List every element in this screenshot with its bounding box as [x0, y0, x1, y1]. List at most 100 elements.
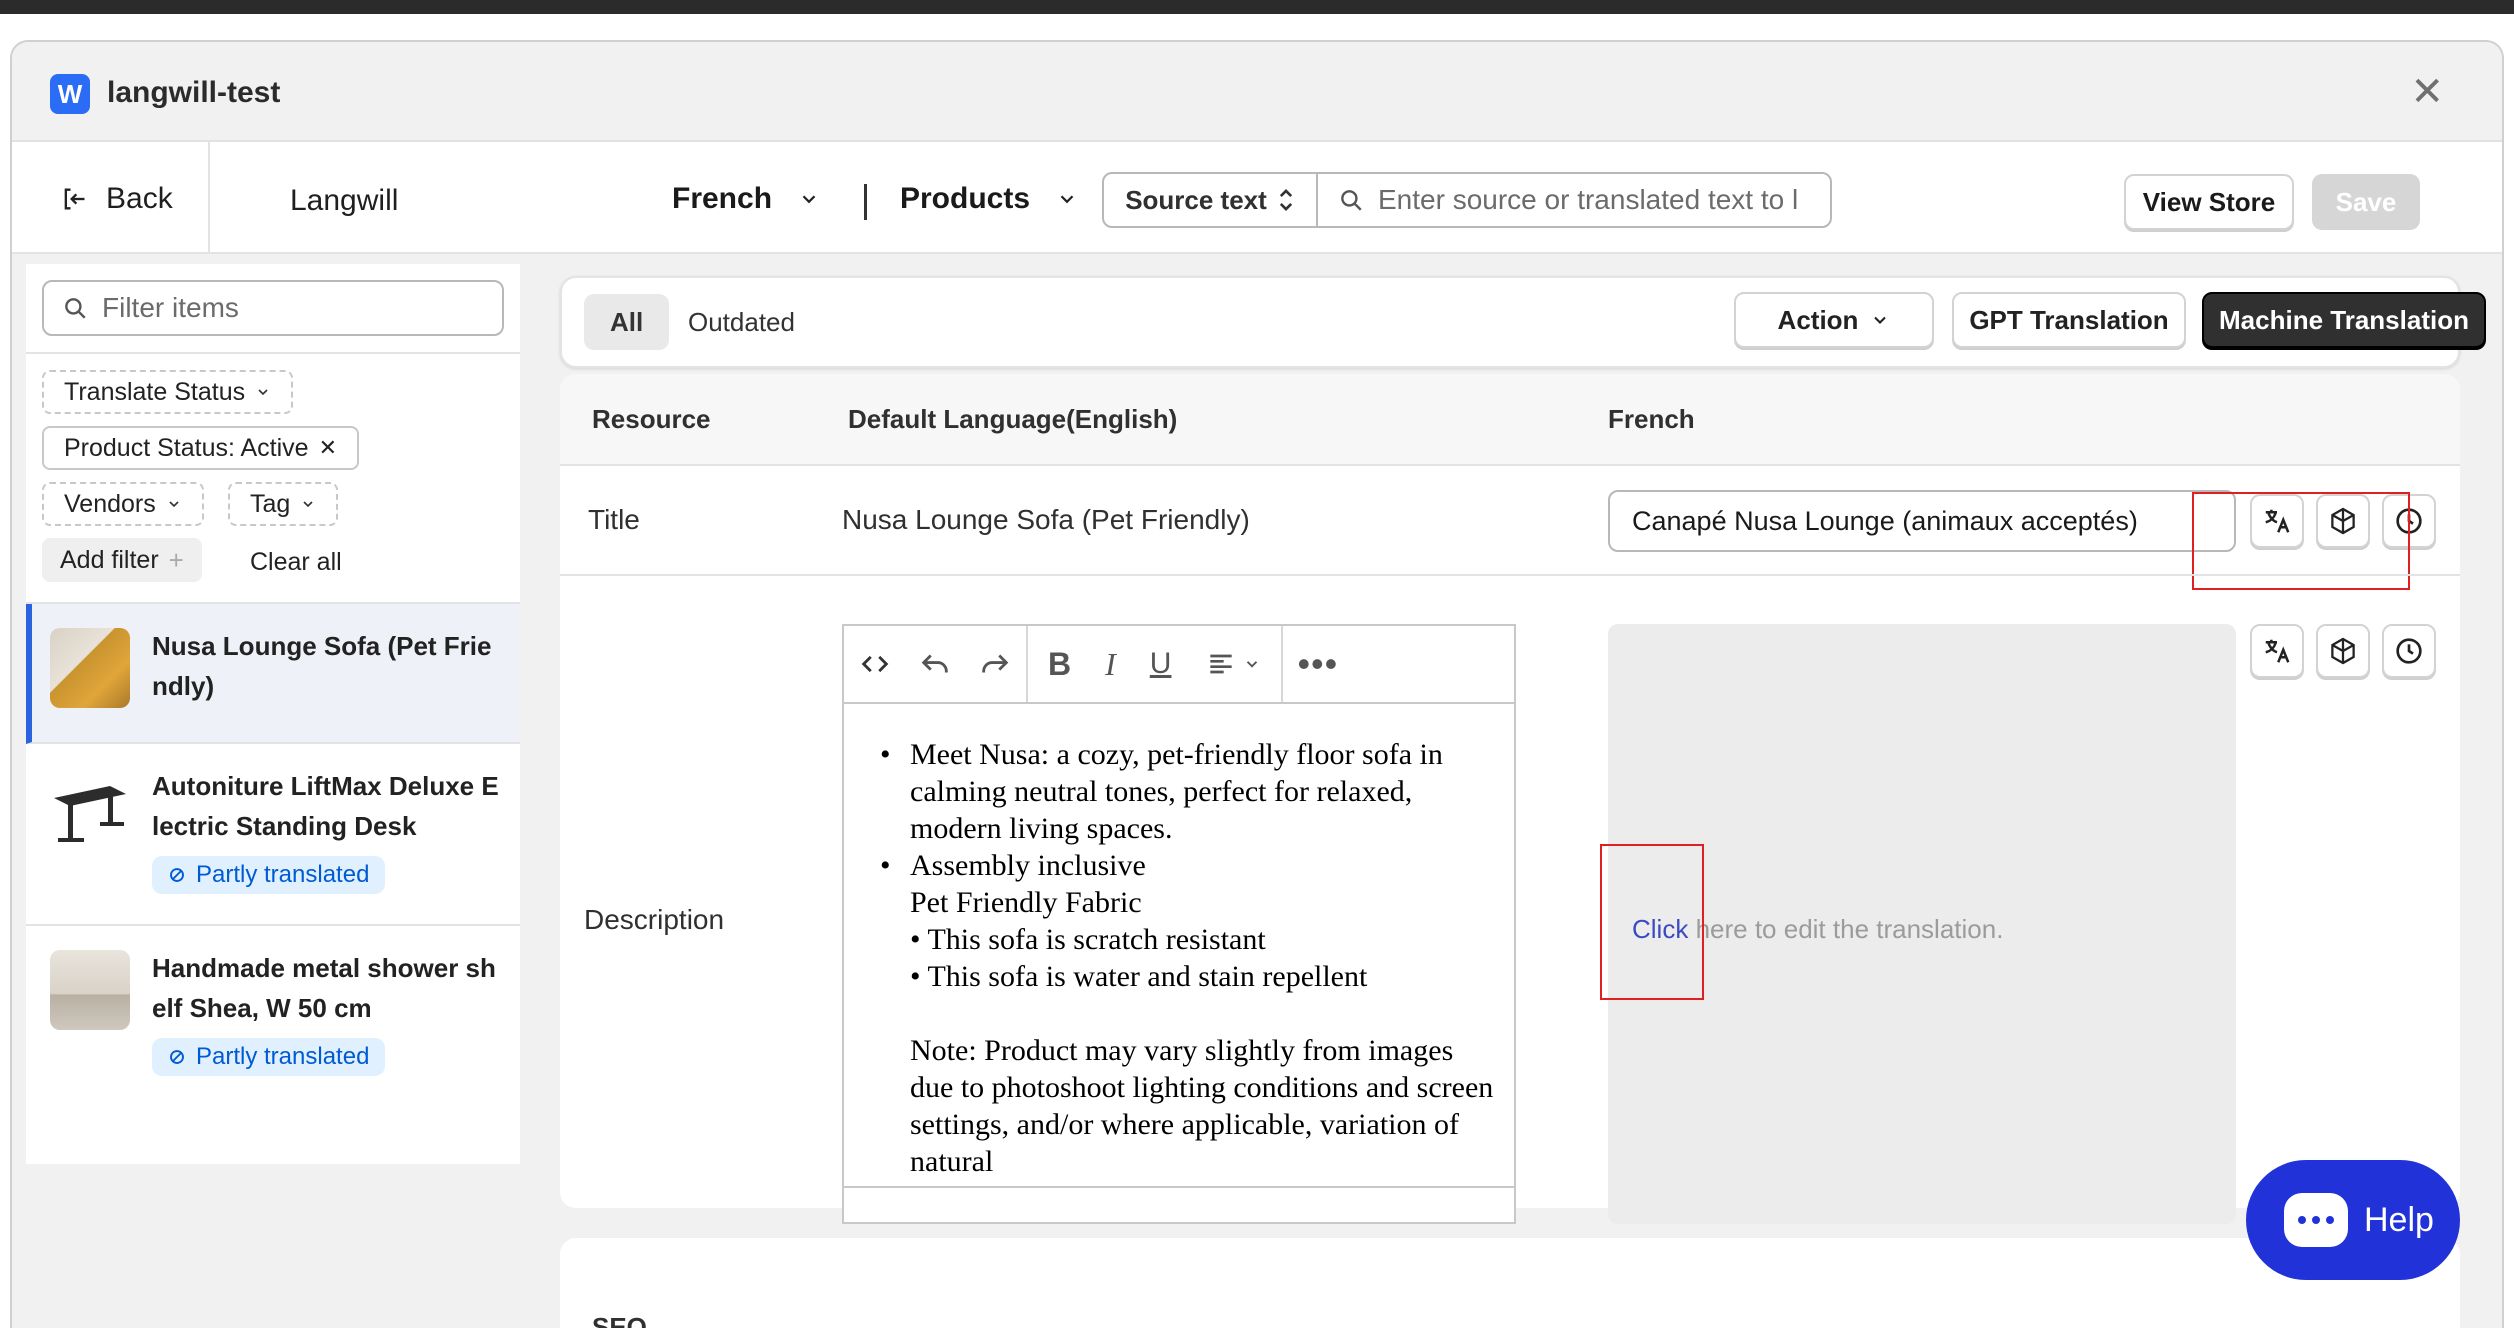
product-thumbnail — [50, 628, 130, 708]
filter-label: Tag — [250, 489, 291, 518]
search-icon — [65, 298, 86, 319]
description-row-label: Description — [584, 904, 725, 935]
filter-label: Translate Status — [64, 377, 246, 406]
openai-icon[interactable] — [2316, 624, 2370, 678]
editor-group-format: B I U — [1028, 626, 1284, 702]
item-name: Autoniture LiftMax Deluxe Electric Stand… — [152, 771, 499, 841]
list-item[interactable]: Autoniture LiftMax Deluxe Electric Stand… — [26, 744, 520, 926]
content-note: Note: Product may vary slightly from ima… — [910, 1034, 1494, 1178]
remove-icon[interactable]: ✕ — [319, 435, 337, 461]
title-row-label: Title — [588, 504, 640, 535]
list-item[interactable]: Handmade metal shower shelf Shea, W 50 c… — [26, 926, 520, 1082]
action-button[interactable]: Action — [1734, 292, 1934, 348]
back-button[interactable]: Back — [60, 182, 173, 216]
action-label: Action — [1777, 304, 1859, 335]
partial-status-icon — [170, 1050, 184, 1064]
underline-icon[interactable]: U — [1150, 647, 1172, 681]
undo-icon[interactable] — [918, 647, 952, 681]
filter-placeholder: Filter items — [102, 292, 239, 323]
machine-translation-button[interactable]: Machine Translation — [2202, 292, 2486, 348]
brand-name: Langwill — [290, 184, 399, 217]
seo-section: SEO — [560, 1238, 2460, 1328]
chevron-down-icon — [303, 501, 313, 508]
status-badge: Partly translated — [152, 856, 386, 894]
add-filter-button[interactable]: Add filter + — [42, 538, 202, 582]
divider — [864, 184, 867, 220]
chevron-down-icon — [258, 389, 268, 396]
source-text-select[interactable]: Source text — [1104, 174, 1318, 226]
add-filter-label: Add filter — [60, 545, 159, 574]
title-translation-input[interactable]: Canapé Nusa Lounge (animaux acceptés) — [1608, 490, 2236, 552]
resource-type-select[interactable]: Products — [900, 182, 1078, 216]
chat-icon — [2284, 1193, 2348, 1247]
language-select[interactable]: French — [672, 182, 820, 216]
translation-table: Resource Default Language(English) Frenc… — [560, 374, 2460, 1224]
divider — [208, 142, 210, 254]
partial-status-icon — [170, 868, 184, 882]
exit-icon — [64, 188, 85, 210]
header-target-language: French — [1608, 404, 1695, 434]
help-label: Help — [2364, 1200, 2434, 1239]
filter-label: Product Status: Active — [64, 433, 309, 462]
header-default-language: Default Language(English) — [848, 404, 1178, 434]
product-thumbnail — [50, 768, 130, 848]
help-button[interactable]: Help — [2246, 1160, 2460, 1280]
editor-group-more: ••• — [1283, 626, 1352, 702]
resource-type-label: Products — [900, 182, 1031, 215]
chevron-down-icon — [1874, 316, 1887, 324]
title-source-text: Nusa Lounge Sofa (Pet Friendly) — [842, 504, 1250, 535]
clear-all-button[interactable]: Clear all — [250, 548, 342, 577]
rich-text-editor[interactable]: B I U ••• Meet Nusa: a cozy, pet-friendl… — [842, 624, 1516, 1224]
gpt-translation-button[interactable]: GPT Translation — [1952, 292, 2186, 348]
search-input[interactable]: Enter source or translated text to l — [1318, 174, 1830, 226]
chevron-down-icon — [169, 501, 179, 508]
machine-translate-icon[interactable] — [2250, 624, 2304, 678]
tag-filter[interactable]: Tag — [228, 482, 339, 526]
filter-tabs-card: All Outdated Action GPT Translation Mach… — [560, 276, 2486, 368]
view-store-button[interactable]: View Store — [2124, 174, 2294, 230]
tab-outdated[interactable]: Outdated — [662, 294, 821, 350]
status-label: Partly translated — [196, 1043, 370, 1070]
item-name: Nusa Lounge Sofa (Pet Friendly) — [152, 631, 492, 701]
search-icon — [1341, 190, 1362, 211]
chevron-down-icon — [802, 195, 816, 204]
code-view-icon[interactable] — [858, 647, 892, 681]
title-bar: W langwill-test ✕ — [12, 42, 2502, 142]
vendors-filter[interactable]: Vendors — [42, 482, 204, 526]
editor-statusbar — [844, 1186, 1514, 1222]
save-button[interactable]: Save — [2312, 174, 2420, 230]
seo-title: SEO — [592, 1312, 647, 1328]
editor-content[interactable]: Meet Nusa: a cozy, pet-friendly floor so… — [844, 704, 1514, 1188]
app-logo-icon: W — [50, 74, 90, 114]
back-label: Back — [106, 182, 173, 215]
status-label: Partly translated — [196, 861, 370, 888]
product-status-filter[interactable]: Product Status: Active ✕ — [42, 426, 360, 470]
tab-all[interactable]: All — [584, 294, 670, 350]
align-icon[interactable] — [1205, 648, 1261, 680]
italic-icon[interactable]: I — [1105, 646, 1116, 683]
bold-icon[interactable]: B — [1048, 646, 1071, 683]
filter-input[interactable]: Filter items — [42, 280, 504, 336]
search-group: Source text Enter source or translated t… — [1102, 172, 1832, 228]
app-window: W langwill-test ✕ Back Langwill French P… — [12, 42, 2502, 1328]
content-line: Pet Friendly Fabric — [910, 886, 1142, 919]
content-line: • This sofa is water and stain repellent — [910, 960, 1368, 993]
more-icon[interactable]: ••• — [1297, 646, 1338, 682]
item-name: Handmade metal shower shelf Shea, W 50 c… — [152, 953, 496, 1023]
bullet-item: Meet Nusa: a cozy, pet-friendly floor so… — [880, 736, 1494, 847]
divider — [26, 352, 520, 354]
history-icon[interactable] — [2382, 624, 2436, 678]
app-name: langwill-test — [107, 76, 281, 109]
list-item[interactable]: Nusa Lounge Sofa (Pet Friendly) — [26, 604, 520, 744]
language-label: French — [672, 182, 773, 215]
editor-group-history — [844, 626, 1028, 702]
source-text-label: Source text — [1125, 184, 1267, 215]
title-translation-value: Canapé Nusa Lounge (animaux acceptés) — [1632, 505, 2138, 536]
table-header: Resource Default Language(English) Frenc… — [560, 374, 2460, 466]
translate-status-filter[interactable]: Translate Status — [42, 370, 294, 414]
chevron-down-icon — [1060, 195, 1074, 204]
filter-label: Vendors — [64, 489, 156, 518]
close-icon[interactable]: ✕ — [2410, 72, 2444, 112]
editor-toolbar: B I U ••• — [844, 626, 1514, 704]
redo-icon[interactable] — [978, 647, 1012, 681]
